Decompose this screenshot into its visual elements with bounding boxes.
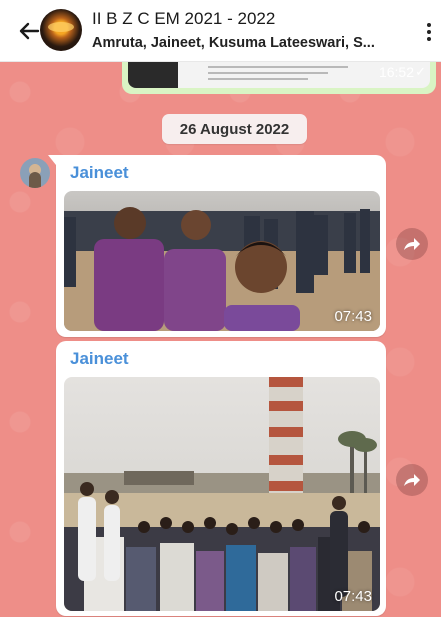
group-members: Amruta, Jaineet, Kusuma Lateeswari, S... — [92, 35, 375, 51]
group-avatar[interactable] — [40, 9, 82, 51]
group-title: II B Z C EM 2021 - 2022 — [92, 9, 276, 28]
sender-name[interactable]: Jaineet — [70, 349, 380, 369]
forward-button[interactable] — [396, 228, 428, 260]
more-options-icon[interactable] — [421, 20, 437, 46]
video-duration: 07:43 — [334, 308, 372, 325]
chat-area[interactable]: 16:52 ✓ 26 August 2022 Jaineet 07:43 Jai… — [0, 62, 441, 617]
chat-title-area[interactable]: II B Z C EM 2021 - 2022 Amruta, Jaineet,… — [92, 9, 414, 51]
forward-icon — [404, 238, 420, 250]
previous-image-message[interactable]: 16:52 ✓ — [122, 62, 436, 94]
message-time: 16:52 — [378, 64, 414, 80]
back-arrow-icon[interactable] — [16, 18, 42, 44]
video-duration: 07:43 — [334, 588, 372, 605]
date-separator: 26 August 2022 — [162, 114, 307, 144]
group-photo-image — [64, 191, 380, 331]
video-thumbnail[interactable]: 07:43 — [64, 377, 380, 611]
crowd-photo-image — [64, 377, 380, 611]
video-message[interactable]: Jaineet 07:43 — [56, 341, 386, 616]
video-thumbnail[interactable]: 07:43 — [64, 191, 380, 331]
forward-icon — [404, 474, 420, 486]
sender-avatar[interactable] — [20, 158, 50, 188]
sender-name[interactable]: Jaineet — [70, 163, 380, 183]
chat-header: II B Z C EM 2021 - 2022 Amruta, Jaineet,… — [0, 0, 441, 62]
video-message[interactable]: Jaineet 07:43 — [48, 155, 386, 337]
forward-button[interactable] — [396, 464, 428, 496]
double-check-icon: ✓ — [415, 64, 426, 79]
